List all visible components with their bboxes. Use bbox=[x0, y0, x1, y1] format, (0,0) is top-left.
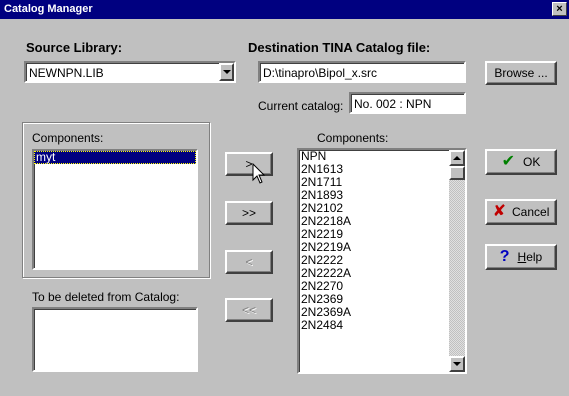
cross-icon: ✘ bbox=[492, 203, 507, 220]
source-components-items: myt bbox=[34, 151, 196, 268]
destination-file-value: D:\tinapro\Bipol_x.src bbox=[263, 66, 378, 80]
help-label-mnemonic: H bbox=[517, 250, 527, 264]
current-catalog-label: Current catalog: bbox=[258, 99, 344, 113]
source-component-list-item[interactable]: myt bbox=[34, 151, 196, 164]
help-label-rest: elp bbox=[526, 250, 543, 264]
cancel-label: Cancel bbox=[512, 205, 550, 219]
destination-component-list-item[interactable]: 2N2484 bbox=[299, 319, 449, 332]
scroll-down-button[interactable] bbox=[449, 356, 465, 372]
destination-list-scrollbar[interactable] bbox=[449, 150, 465, 372]
destination-components-items: NPN 2N1613 2N1711 2N1893 2N2102 2N2218A 2N2219… bbox=[299, 150, 449, 372]
ok-label: OK bbox=[523, 155, 541, 169]
source-components-label: Components: bbox=[32, 131, 104, 145]
ok-button[interactable]: ✔ OK bbox=[485, 149, 557, 175]
catalog-manager-window: Catalog Manager × Source Library: NEWNPN… bbox=[0, 0, 569, 396]
window-title: Catalog Manager bbox=[4, 3, 93, 15]
browse-button[interactable]: Browse ... bbox=[485, 61, 557, 85]
destination-file-field[interactable]: D:\tinapro\Bipol_x.src bbox=[258, 61, 466, 83]
chevron-up-icon bbox=[453, 156, 461, 160]
to-be-deleted-list[interactable] bbox=[32, 307, 198, 372]
remove-component-button[interactable]: < bbox=[225, 250, 273, 274]
scroll-thumb[interactable] bbox=[449, 166, 465, 180]
source-library-label: Source Library: bbox=[26, 40, 123, 55]
to-be-deleted-label: To be deleted from Catalog: bbox=[32, 290, 180, 304]
source-library-value: NEWNPN.LIB bbox=[29, 66, 104, 80]
help-button[interactable]: ? Help bbox=[485, 244, 557, 270]
question-mark-icon: ? bbox=[499, 248, 510, 265]
destination-label: Destination TINA Catalog file: bbox=[248, 40, 431, 55]
scroll-up-button[interactable] bbox=[449, 150, 465, 166]
source-library-combo[interactable]: NEWNPN.LIB bbox=[24, 61, 236, 83]
checkmark-icon: ✔ bbox=[501, 153, 516, 170]
cancel-button[interactable]: ✘ Cancel bbox=[485, 199, 557, 225]
destination-components-label: Components: bbox=[317, 131, 389, 145]
source-components-list[interactable]: myt bbox=[32, 149, 198, 270]
current-catalog-value: No. 002 : NPN bbox=[354, 97, 432, 111]
dropdown-arrow-button[interactable] bbox=[219, 63, 234, 81]
chevron-down-icon bbox=[222, 70, 231, 74]
mouse-pointer-icon bbox=[252, 163, 266, 184]
close-button[interactable]: × bbox=[552, 2, 567, 16]
help-label: Help bbox=[518, 250, 543, 264]
chevron-down-icon bbox=[453, 362, 461, 366]
remove-all-components-button[interactable]: << bbox=[225, 298, 273, 322]
destination-components-list[interactable]: NPN 2N1613 2N1711 2N1893 2N2102 2N2218A 2N2219… bbox=[297, 148, 467, 374]
add-all-components-button[interactable]: >> bbox=[225, 201, 273, 225]
current-catalog-field[interactable]: No. 002 : NPN bbox=[349, 92, 466, 114]
title-bar[interactable]: Catalog Manager × bbox=[0, 0, 569, 19]
